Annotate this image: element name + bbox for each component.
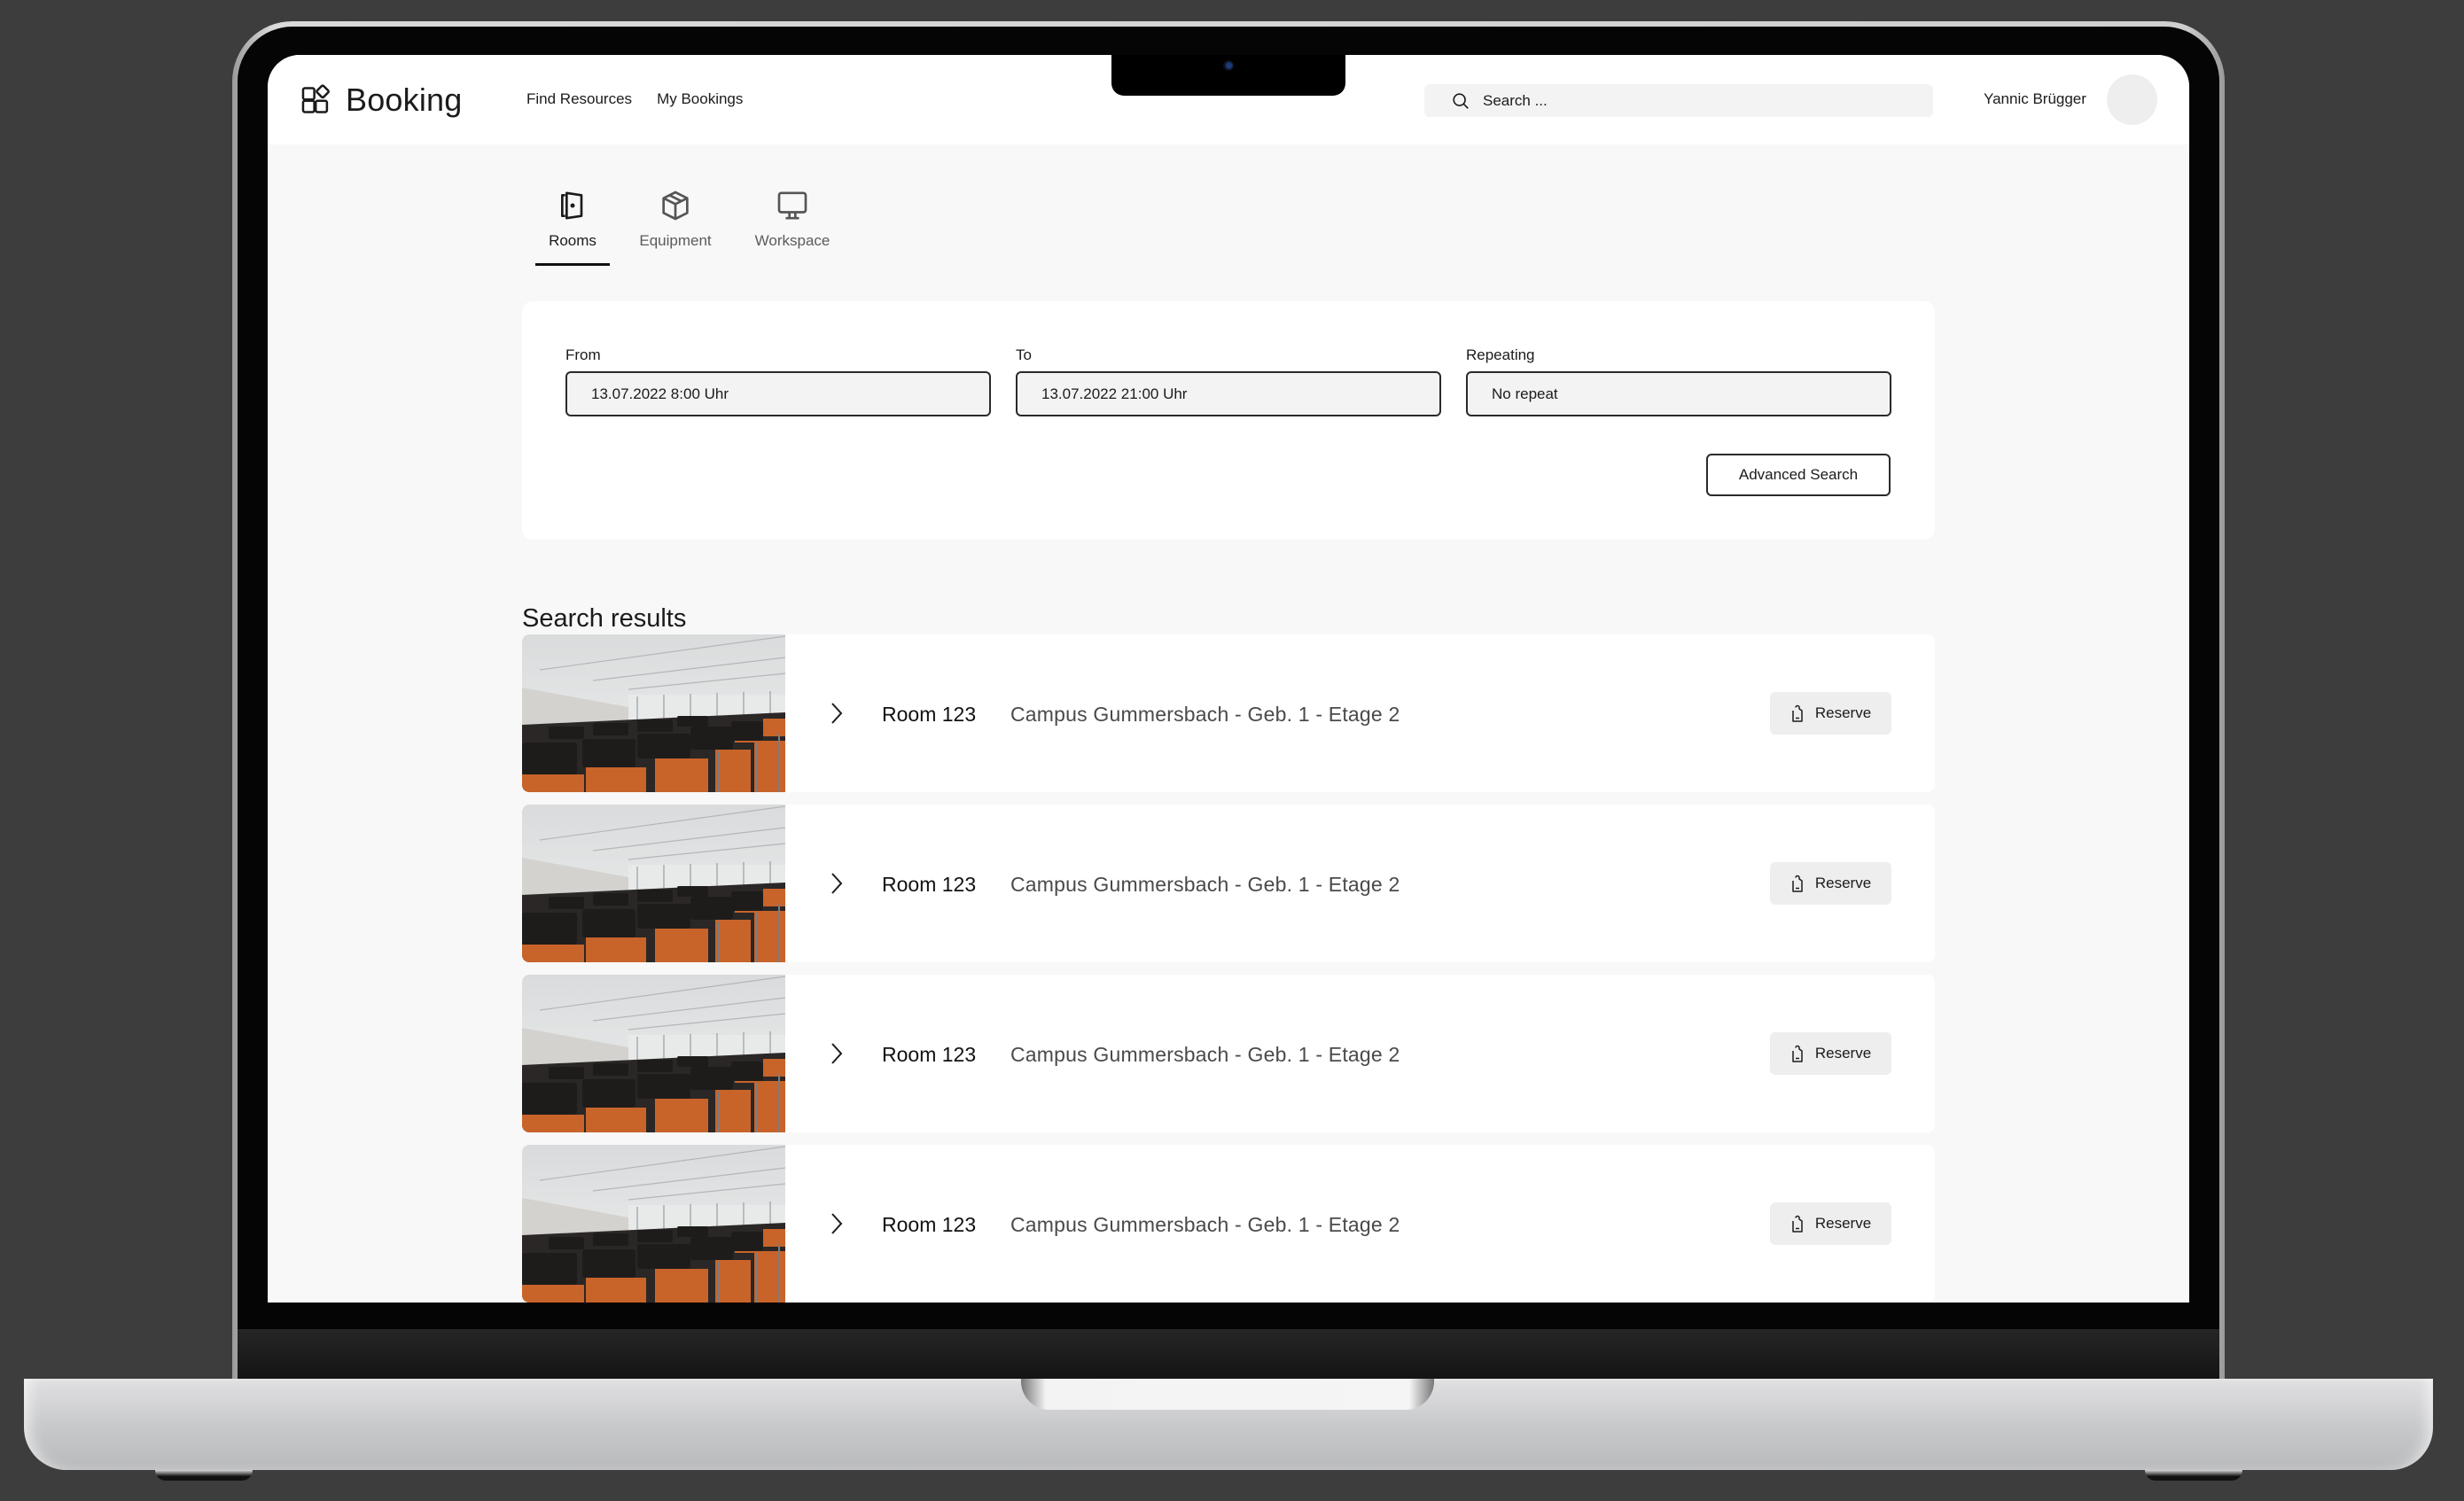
chevron-right-icon[interactable] [828, 700, 846, 727]
reserve-label: Reserve [1814, 704, 1872, 721]
room-name: Room 123 [882, 1213, 977, 1236]
laptop-opening-notch [1021, 1379, 1434, 1410]
to-field-group: To 13.07.2022 21:00 Uhr [1016, 346, 1441, 416]
reserve-button[interactable]: Reserve [1770, 1202, 1891, 1245]
to-input[interactable]: 13.07.2022 21:00 Uhr [1016, 371, 1441, 416]
room-photo [522, 1145, 785, 1303]
result-card[interactable]: Room 123 Campus Gummersbach - Geb. 1 - E… [522, 1145, 1935, 1303]
camera-notch [1111, 55, 1345, 96]
laptop-chin [238, 1329, 2219, 1379]
reserve-label: Reserve [1814, 1045, 1872, 1062]
room-location: Campus Gummersbach - Geb. 1 - Etage 2 [1010, 703, 1400, 726]
avatar[interactable] [2107, 74, 2157, 125]
laptop-mockup: Booking Find Resources My Bookings Searc… [0, 0, 2464, 1501]
room-photo [522, 805, 785, 962]
tab-rooms[interactable]: Rooms [535, 188, 610, 266]
box-icon [662, 191, 689, 221]
app-name: Booking [346, 82, 463, 118]
room-photo [522, 975, 785, 1132]
repeat-field-group: Repeating No repeat [1466, 346, 1891, 416]
resource-tabs: Rooms Equipment Workspace [535, 188, 833, 266]
user-name[interactable]: Yannic Brügger [1984, 90, 2086, 108]
from-label: From [565, 346, 601, 363]
tab-equipment[interactable]: Equipment [636, 188, 714, 259]
tab-label: Equipment [639, 232, 712, 249]
app-screen: Booking Find Resources My Bookings Searc… [268, 55, 2189, 1303]
tab-label: Rooms [549, 232, 597, 249]
reserve-label: Reserve [1814, 1215, 1872, 1232]
reserve-button[interactable]: Reserve [1770, 692, 1891, 735]
chevron-right-icon[interactable] [828, 1210, 846, 1237]
door-hanger-icon [1792, 1045, 1803, 1062]
reserve-button[interactable]: Reserve [1770, 1032, 1891, 1075]
result-card[interactable]: Room 123 Campus Gummersbach - Geb. 1 - E… [522, 975, 1935, 1132]
room-location: Campus Gummersbach - Geb. 1 - Etage 2 [1010, 1043, 1400, 1066]
reserve-label: Reserve [1814, 875, 1872, 891]
camera-icon [1223, 60, 1234, 71]
reserve-button[interactable]: Reserve [1770, 862, 1891, 905]
from-field-group: From 13.07.2022 8:00 Uhr [565, 346, 991, 416]
tab-label: Workspace [754, 232, 830, 249]
door-hanger-icon [1792, 1215, 1803, 1233]
search-icon [1453, 92, 1469, 109]
result-card[interactable]: Room 123 Campus Gummersbach - Geb. 1 - E… [522, 805, 1935, 962]
room-name: Room 123 [882, 703, 977, 726]
room-location: Campus Gummersbach - Geb. 1 - Etage 2 [1010, 1213, 1400, 1236]
nav-my-bookings[interactable]: My Bookings [657, 90, 743, 108]
laptop-foot [2145, 1470, 2242, 1481]
room-name: Room 123 [882, 1043, 977, 1066]
to-label: To [1016, 346, 1032, 363]
from-input[interactable]: 13.07.2022 8:00 Uhr [565, 371, 991, 416]
app-logo[interactable]: Booking [300, 82, 463, 119]
search-input[interactable]: Search ... [1424, 84, 1933, 117]
advanced-search-button[interactable]: Advanced Search [1706, 454, 1891, 496]
repeat-select[interactable]: No repeat [1466, 371, 1891, 416]
monitor-icon [777, 191, 807, 220]
main-nav: Find Resources My Bookings [526, 90, 743, 108]
search-filter-card: From 13.07.2022 8:00 Uhr To 13.07.2022 2… [522, 301, 1935, 540]
chevron-right-icon[interactable] [828, 1040, 846, 1067]
laptop-foot [155, 1470, 253, 1481]
search-placeholder: Search ... [1483, 91, 1548, 109]
apps-grid-icon [301, 84, 330, 113]
tab-workspace[interactable]: Workspace [752, 188, 833, 259]
chevron-right-icon[interactable] [828, 870, 846, 897]
result-card[interactable]: Room 123 Campus Gummersbach - Geb. 1 - E… [522, 634, 1935, 792]
door-hanger-icon [1792, 875, 1803, 892]
repeat-label: Repeating [1466, 346, 1535, 363]
nav-find-resources[interactable]: Find Resources [526, 90, 632, 108]
room-name: Room 123 [882, 873, 977, 896]
door-hanger-icon [1792, 704, 1803, 722]
results-heading: Search results [522, 604, 687, 633]
door-icon [561, 191, 583, 220]
room-location: Campus Gummersbach - Geb. 1 - Etage 2 [1010, 873, 1400, 896]
room-photo [522, 634, 785, 792]
